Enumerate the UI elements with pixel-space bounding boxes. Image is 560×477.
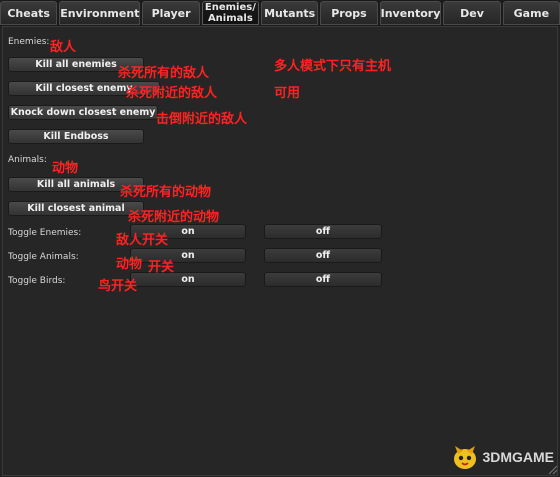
animals-section-label: Animals: xyxy=(8,155,47,165)
watermark-text: 3DMGAME xyxy=(482,449,554,465)
tab-enemies-animals[interactable]: Enemies/ Animals xyxy=(201,1,260,25)
kill-endboss-button[interactable]: Kill Endboss xyxy=(8,129,144,144)
annotation-multiplayer-line2: 可用 xyxy=(274,86,301,101)
annotation-toggle-birds: 鸟开关 xyxy=(98,279,138,294)
annotation-kill-closest-animal: 杀死附近的动物 xyxy=(128,210,220,225)
tab-game[interactable]: Game xyxy=(502,1,560,25)
tab-player[interactable]: Player xyxy=(142,1,200,25)
kill-closest-animal-button[interactable]: Kill closest animal xyxy=(8,201,144,216)
tab-props[interactable]: Props xyxy=(320,1,378,25)
annotation-toggle-enemies: 敌人开关 xyxy=(116,233,169,248)
annotation-toggle-animals-b: 开关 xyxy=(148,260,175,275)
annotation-kill-closest-enemy: 杀死附近的敌人 xyxy=(126,86,218,101)
toggle-enemies-label: Toggle Enemies: xyxy=(8,228,82,238)
annotation-multiplayer-line1: 多人模式下只有主机 xyxy=(274,59,392,74)
toggle-birds-off-button[interactable]: off xyxy=(264,272,382,287)
toggle-animals-label: Toggle Animals: xyxy=(8,252,79,262)
annotation-enemies: 敌人 xyxy=(50,40,77,55)
tab-cheats[interactable]: Cheats xyxy=(0,1,58,25)
tab-dev[interactable]: Dev xyxy=(443,1,501,25)
tab-mutants[interactable]: Mutants xyxy=(261,1,319,25)
annotation-animals: 动物 xyxy=(52,161,79,176)
knock-down-closest-enemy-button[interactable]: Knock down closest enemy xyxy=(8,105,158,120)
annotation-knock-down: 击倒附近的敌人 xyxy=(156,112,248,127)
annotation-kill-all-animals: 杀死所有的动物 xyxy=(120,185,212,200)
tab-bar: Cheats Environment Player Enemies/ Anima… xyxy=(0,0,560,26)
watermark-logo-icon xyxy=(454,446,477,469)
toggle-enemies-off-button[interactable]: off xyxy=(264,224,382,239)
toggle-birds-label: Toggle Birds: xyxy=(8,276,66,286)
annotation-kill-all-enemies: 杀死所有的敌人 xyxy=(118,66,210,81)
toggle-animals-off-button[interactable]: off xyxy=(264,248,382,263)
tab-environment[interactable]: Environment xyxy=(59,1,141,25)
watermark: 3DMGAME xyxy=(452,443,554,471)
annotation-toggle-animals-a: 动物 xyxy=(116,257,143,272)
enemies-section-label: Enemies: xyxy=(8,37,50,47)
tab-inventory[interactable]: Inventory xyxy=(379,1,442,25)
